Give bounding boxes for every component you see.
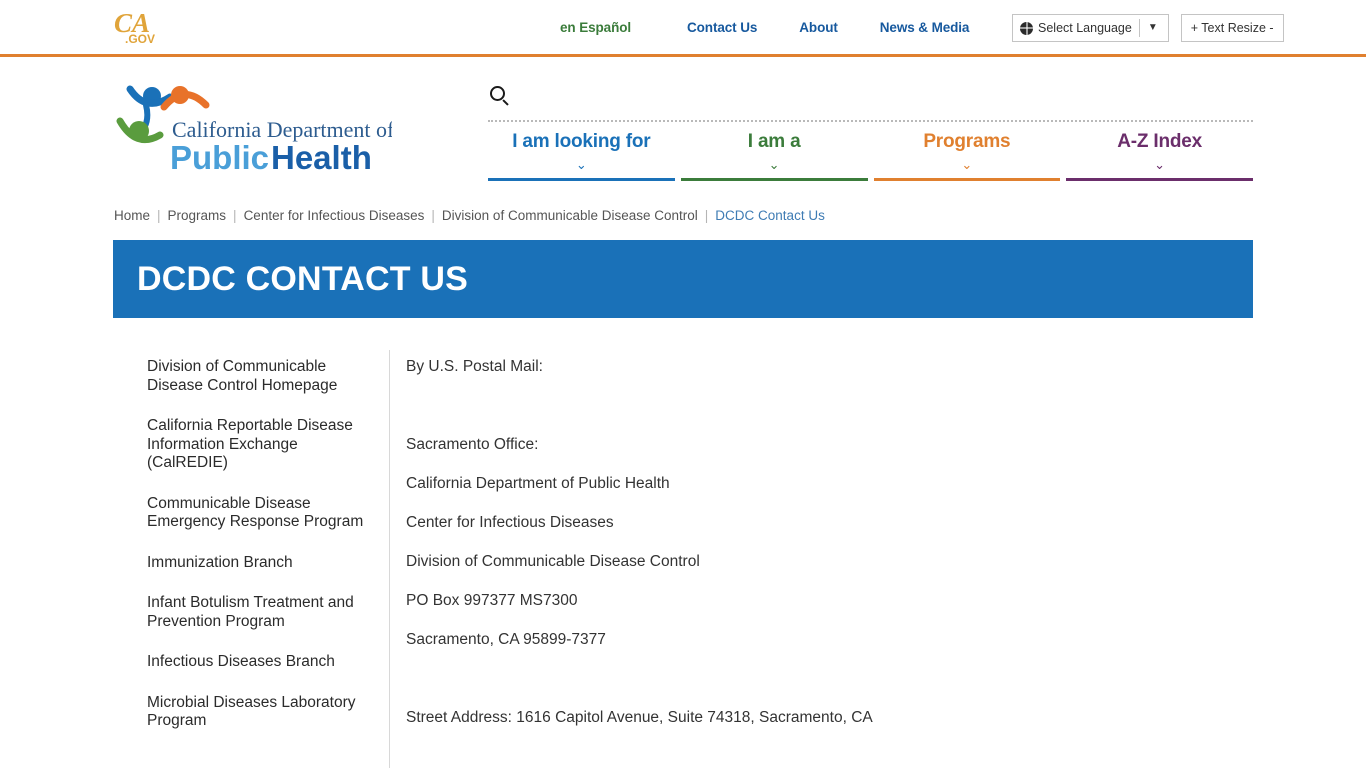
- search-bar[interactable]: [488, 84, 1253, 122]
- breadcrumb-item-programs[interactable]: Programs: [168, 208, 227, 223]
- breadcrumb: Home | Programs | Center for Infectious …: [114, 208, 825, 223]
- sidebar-item-microbial-diseases-lab[interactable]: Microbial Diseases Laboratory Program: [113, 694, 389, 731]
- mega-nav-label: A-Z Index: [1117, 131, 1202, 152]
- content-paragraph: California Department of Public Health: [406, 475, 670, 492]
- utility-link-news-media[interactable]: News & Media: [880, 20, 970, 35]
- masthead: California Department of Public Health I…: [0, 57, 1366, 197]
- ca-gov-logo[interactable]: CA .GOV: [112, 8, 164, 48]
- globe-icon: [1020, 21, 1033, 35]
- cdph-logo-graphic: California Department of Public Health: [116, 85, 395, 176]
- utility-controls: Select Language ▼ + Text Resize -: [1012, 14, 1284, 42]
- content-paragraph: [406, 396, 1253, 415]
- page-root: CA .GOV en Español Contact Us About News…: [0, 0, 1366, 768]
- content-area: Division of Communicable Disease Control…: [113, 350, 1253, 768]
- chevron-down-icon: ⌄: [1154, 157, 1166, 172]
- chevron-down-icon: ⌄: [768, 157, 780, 172]
- content-paragraph: PO Box 997377 MS7300: [406, 592, 578, 609]
- language-selector-label: Select Language: [1038, 21, 1132, 35]
- content-paragraph: Street Address: 1616 Capitol Avenue, Sui…: [406, 709, 873, 726]
- mega-nav-underline: [873, 178, 1061, 181]
- content-paragraph: Sacramento Office:: [406, 436, 539, 453]
- mega-nav-item-programs[interactable]: Programs ⌄: [873, 130, 1061, 181]
- mega-nav-item-i-am-a[interactable]: I am a ⌄: [680, 130, 868, 181]
- mega-nav-underline: [1066, 178, 1253, 181]
- search-and-nav: I am looking for ⌄ I am a ⌄ Programs ⌄ A…: [488, 84, 1253, 181]
- sidebar-item-immunization-branch[interactable]: Immunization Branch: [113, 554, 389, 573]
- sidebar-item-infectious-diseases-branch[interactable]: Infectious Diseases Branch: [113, 653, 389, 672]
- breadcrumb-separator: |: [233, 208, 237, 223]
- content-paragraph: Division of Communicable Disease Control: [406, 553, 700, 570]
- utility-link-contact-us[interactable]: Contact Us: [687, 20, 757, 35]
- breadcrumb-item-division-of-communicable-disease-control[interactable]: Division of Communicable Disease Control: [442, 208, 698, 223]
- breadcrumb-separator: |: [431, 208, 435, 223]
- search-input[interactable]: [515, 84, 1253, 114]
- sidebar-item-dcdc-homepage[interactable]: Division of Communicable Disease Control…: [113, 358, 389, 395]
- cdph-logo-public: Public: [170, 139, 269, 176]
- mega-nav-label: I am looking for: [512, 131, 651, 152]
- chevron-down-icon: ⌄: [961, 157, 973, 172]
- sidebar-item-calredie[interactable]: California Reportable Disease Informatio…: [113, 417, 389, 473]
- cdph-logo[interactable]: California Department of Public Health: [112, 69, 395, 177]
- mega-nav-item-i-am-looking-for[interactable]: I am looking for ⌄: [488, 130, 675, 181]
- breadcrumb-item-home[interactable]: Home: [114, 208, 150, 223]
- mega-nav-label: Programs: [923, 131, 1011, 152]
- chevron-down-icon: ⌄: [575, 157, 587, 172]
- mega-nav-underline: [680, 178, 868, 181]
- cdph-logo-health: Health: [271, 139, 372, 176]
- text-resize-button[interactable]: + Text Resize -: [1180, 14, 1284, 42]
- mega-nav-label: I am a: [747, 131, 801, 152]
- content-paragraph: By U.S. Postal Mail:: [406, 358, 543, 375]
- page-title-banner: DCDC Contact Us: [113, 240, 1253, 318]
- content-paragraph: Sacramento, CA 95899-7377: [406, 631, 606, 648]
- breadcrumb-separator: |: [157, 208, 161, 223]
- sidebar-item-infant-botulism-program[interactable]: Infant Botulism Treatment and Prevention…: [113, 594, 389, 631]
- breadcrumb-separator: |: [704, 208, 709, 223]
- svg-text:.GOV: .GOV: [125, 32, 155, 46]
- search-icon-handle: [502, 99, 509, 106]
- breadcrumb-item-dcdc-contact-us[interactable]: DCDC Contact Us: [715, 208, 825, 223]
- main-content: By U.S. Postal Mail: Sacramento Office: …: [390, 350, 1253, 768]
- content-paragraph: [406, 669, 1253, 688]
- utility-link-about[interactable]: About: [799, 20, 838, 35]
- sidebar-item-cder-program[interactable]: Communicable Disease Emergency Response …: [113, 495, 389, 532]
- content-paragraph: Center for Infectious Diseases: [406, 514, 614, 531]
- search-icon[interactable]: [489, 84, 515, 110]
- ca-gov-logo-icon: CA .GOV: [114, 8, 155, 46]
- utility-bar: CA .GOV en Español Contact Us About News…: [0, 0, 1366, 57]
- chevron-down-icon: ▼: [1147, 22, 1158, 33]
- sidebar-nav: Division of Communicable Disease Control…: [113, 350, 390, 768]
- breadcrumb-item-center-for-infectious-diseases[interactable]: Center for Infectious Diseases: [244, 208, 425, 223]
- language-selector[interactable]: Select Language ▼: [1012, 14, 1169, 42]
- mega-nav: I am looking for ⌄ I am a ⌄ Programs ⌄ A…: [488, 130, 1253, 181]
- page-title: DCDC Contact Us: [137, 259, 469, 298]
- utility-link-en-espanol[interactable]: en Español: [560, 20, 631, 35]
- mega-nav-underline: [488, 178, 675, 181]
- mega-nav-item-a-z-index[interactable]: A-Z Index ⌄: [1066, 130, 1253, 181]
